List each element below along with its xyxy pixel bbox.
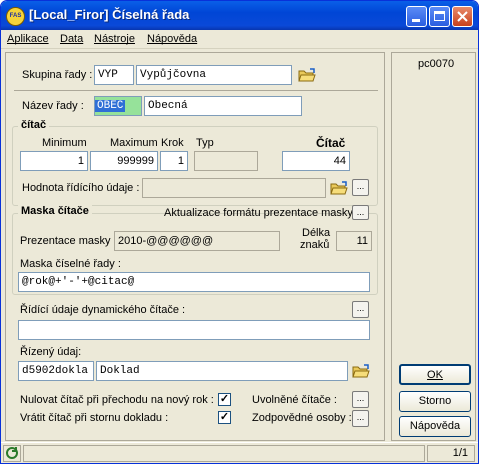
app-logo-icon: FAS bbox=[6, 7, 25, 26]
minimize-icon bbox=[412, 19, 420, 22]
maximum-label: Maximum bbox=[110, 137, 158, 149]
length-value: 11 bbox=[336, 231, 372, 251]
check-icon: ✓ bbox=[219, 411, 230, 423]
close-button[interactable] bbox=[452, 6, 473, 27]
open-folder-icon[interactable] bbox=[298, 68, 316, 82]
responsible-label: Zodpovědné osoby : bbox=[252, 412, 352, 424]
step-input[interactable]: 1 bbox=[160, 151, 188, 171]
ok-button[interactable]: OK bbox=[399, 364, 471, 385]
application-window: FAS [Local_Firor] Číselná řada Aplikace … bbox=[0, 0, 479, 464]
separator bbox=[14, 90, 378, 91]
control-value-browse-button[interactable]: ... bbox=[352, 179, 369, 196]
storno-button-label: Storno bbox=[418, 395, 452, 407]
minimize-button[interactable] bbox=[406, 6, 427, 27]
presentation-value: 2010-@@@@@@ bbox=[114, 231, 280, 251]
status-page: 1/1 bbox=[427, 445, 475, 462]
help-button-label: Nápověda bbox=[409, 420, 461, 432]
status-icon-panel bbox=[3, 445, 21, 462]
series-code-value: OBEC bbox=[95, 100, 126, 112]
dynamic-browse-button[interactable]: ... bbox=[352, 301, 369, 318]
series-mask-input[interactable]: @rok@+'-'+@citac@ bbox=[18, 272, 370, 292]
group-code-input[interactable]: VYP bbox=[94, 65, 134, 85]
controlled-label: Řízený údaj: bbox=[20, 346, 82, 358]
mask-update-label: Aktualizace formátu prezentace masky bbox=[164, 207, 353, 219]
status-message-panel bbox=[23, 445, 425, 462]
dynamic-input[interactable] bbox=[18, 320, 370, 340]
main-panel: Skupina řady : VYP Vypůjčovna Název řady… bbox=[5, 52, 385, 441]
length-label-2: znaků bbox=[300, 239, 330, 251]
new-year-label: Nulovat čítač při přechodu na nový rok : bbox=[20, 394, 214, 406]
controlled-name-input[interactable]: Doklad bbox=[96, 361, 348, 381]
released-browse-button[interactable]: ... bbox=[352, 391, 369, 408]
refresh-icon bbox=[6, 447, 18, 459]
storno-label: Vrátit čítač při stornu dokladu : bbox=[20, 412, 169, 424]
menu-aplikace[interactable]: Aplikace bbox=[7, 33, 49, 45]
controlled-code-input[interactable]: d5902dokla bbox=[18, 361, 94, 381]
length-label-1: Délka bbox=[302, 227, 331, 239]
storno-button[interactable]: Storno bbox=[399, 391, 471, 412]
responsible-browse-button[interactable]: ... bbox=[352, 410, 369, 427]
open-folder-icon[interactable] bbox=[352, 364, 370, 378]
series-name-input[interactable]: Obecná bbox=[144, 96, 302, 116]
open-folder-icon[interactable] bbox=[330, 181, 348, 195]
minimum-label: Minimum bbox=[42, 137, 87, 149]
storno-checkbox[interactable]: ✓ bbox=[218, 411, 231, 424]
status-bar: 1/1 bbox=[1, 442, 478, 463]
menu-nastroje[interactable]: Nástroje bbox=[94, 33, 135, 45]
type-input[interactable] bbox=[194, 151, 258, 171]
series-code-input[interactable]: OBEC bbox=[94, 96, 142, 116]
maximize-icon bbox=[434, 11, 445, 21]
dynamic-label: Řídící údaje dynamického čítače : bbox=[20, 304, 186, 316]
minimum-input[interactable]: 1 bbox=[20, 151, 88, 171]
group-name-input[interactable]: Vypůjčovna bbox=[136, 65, 292, 85]
check-icon: ✓ bbox=[219, 393, 230, 405]
menu-napoveda[interactable]: Nápověda bbox=[147, 33, 197, 45]
mask-update-button[interactable]: ... bbox=[352, 205, 369, 220]
window-title: [Local_Firor] Číselná řada bbox=[29, 7, 190, 22]
step-label: Krok bbox=[161, 137, 184, 149]
control-value-label: Hodnota řídícího údaje : bbox=[22, 182, 140, 194]
menu-data[interactable]: Data bbox=[60, 33, 83, 45]
new-year-checkbox[interactable]: ✓ bbox=[218, 393, 231, 406]
menu-bar: Aplikace Data Nástroje Nápověda bbox=[1, 30, 478, 49]
mask-group-title: Maska čítače bbox=[18, 205, 92, 217]
title-bar[interactable]: FAS [Local_Firor] Číselná řada bbox=[1, 1, 478, 30]
maximum-input[interactable]: 999999 bbox=[90, 151, 158, 171]
series-mask-label: Maska číselné řady : bbox=[20, 258, 121, 270]
close-icon bbox=[457, 11, 468, 22]
presentation-label: Prezentace masky : bbox=[20, 235, 117, 247]
counter-input[interactable]: 44 bbox=[282, 151, 350, 171]
counter-label: Čítač bbox=[316, 136, 346, 150]
right-panel: pc0070 OK Storno Nápověda bbox=[391, 52, 476, 441]
help-button[interactable]: Nápověda bbox=[399, 416, 471, 437]
control-value-input[interactable] bbox=[142, 178, 326, 198]
ok-button-label: OK bbox=[427, 369, 443, 381]
maximize-button[interactable] bbox=[429, 6, 450, 27]
released-label: Uvolněné čítače : bbox=[252, 394, 337, 406]
type-label: Typ bbox=[196, 137, 214, 149]
counter-group-title: čítač bbox=[18, 119, 50, 131]
form-code: pc0070 bbox=[418, 58, 455, 70]
group-label: Skupina řady : bbox=[22, 69, 93, 81]
series-name-label: Název řady : bbox=[22, 100, 84, 112]
